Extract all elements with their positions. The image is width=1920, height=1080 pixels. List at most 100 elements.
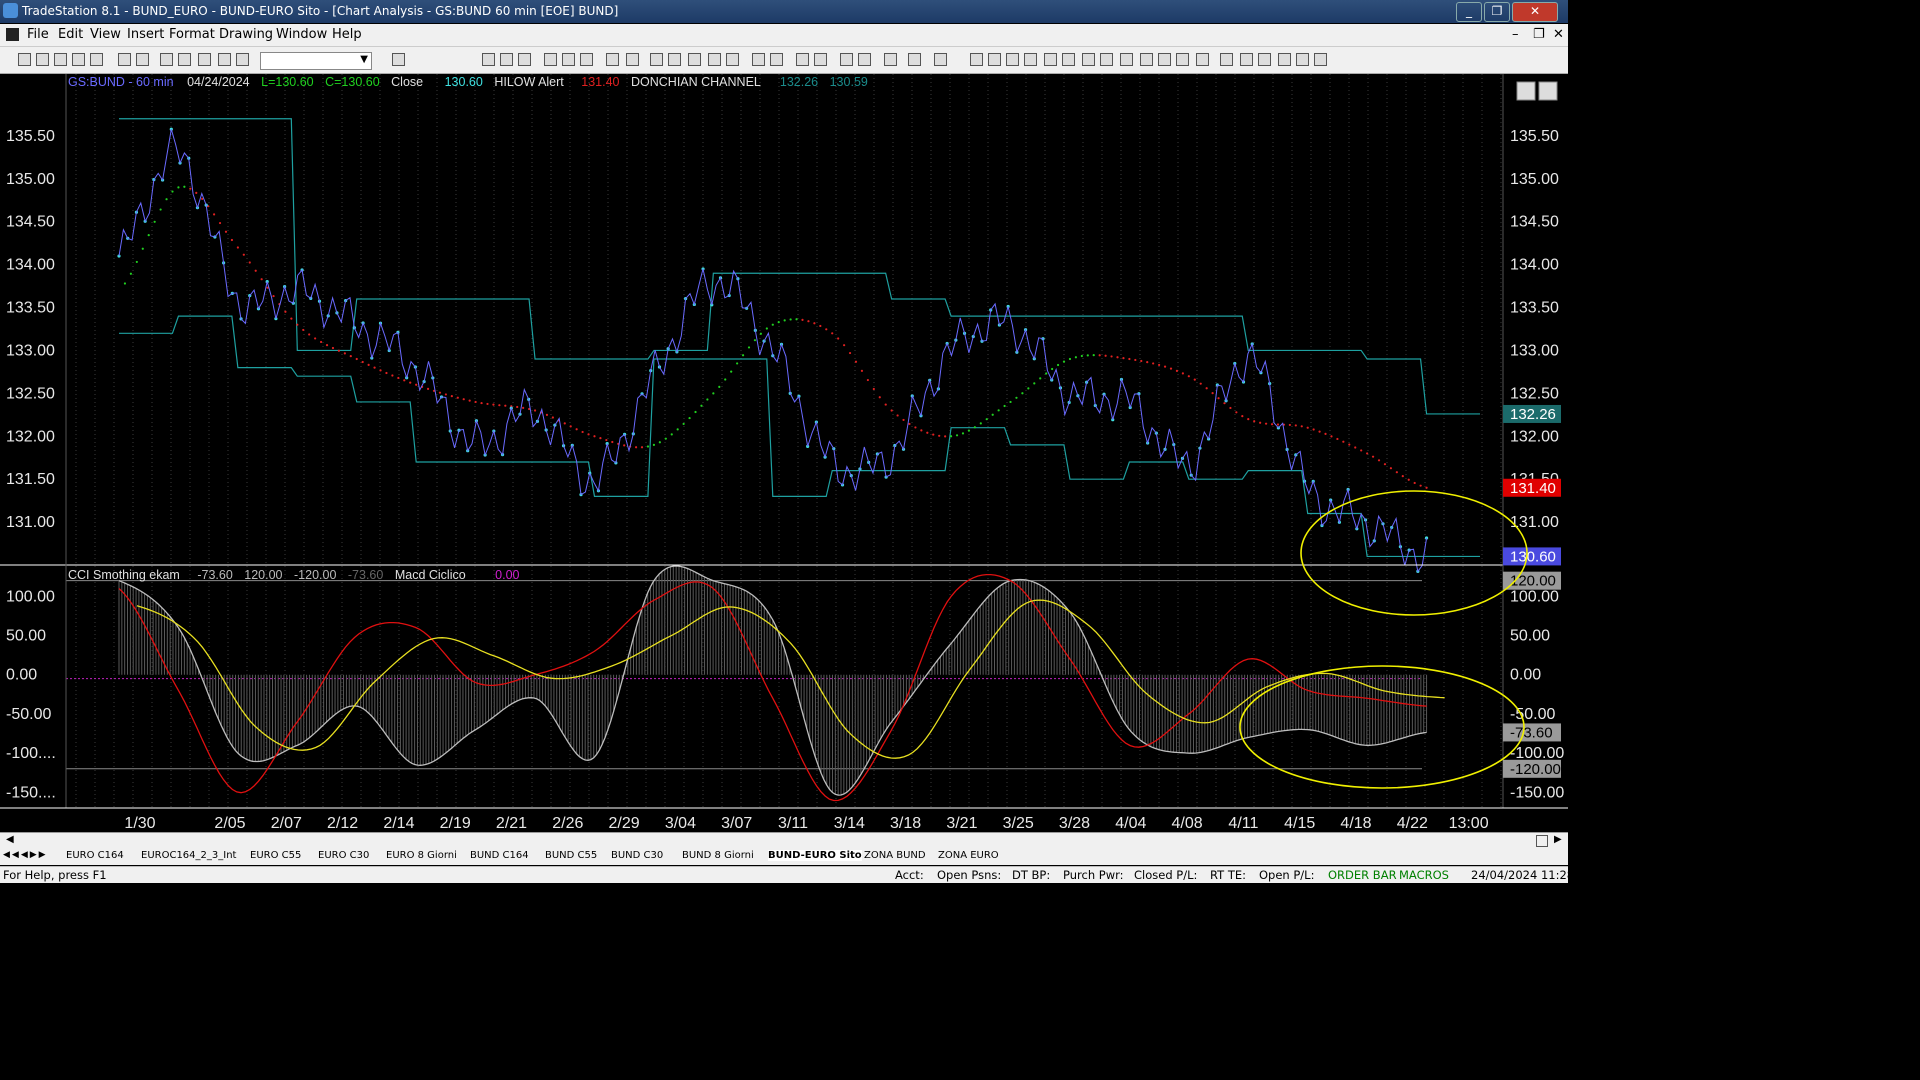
toolbar-icon[interactable] [840, 53, 853, 66]
toolbar-icon[interactable] [72, 53, 85, 66]
menu-help[interactable]: Help [332, 27, 362, 42]
toolbar-icon[interactable] [562, 53, 575, 66]
toolbar-icon[interactable] [934, 53, 947, 66]
chart-area[interactable]: GS:BUND - 60 min 04/24/2024 L=130.60 C=1… [0, 74, 1568, 834]
scroll-left-icon[interactable]: ◀ [6, 834, 14, 845]
toolbar-icon[interactable] [770, 53, 783, 66]
toolbar-icon[interactable] [392, 53, 405, 66]
menu-file[interactable]: File [27, 27, 49, 42]
toolbar-icon[interactable] [218, 53, 231, 66]
tab-nav-icons[interactable]: ◀◀◀▶▶ [3, 850, 48, 860]
toolbar-icon[interactable] [118, 53, 131, 66]
toolbar-icon[interactable] [160, 53, 173, 66]
tab-euro-8-giorni[interactable]: EURO 8 Giorni [386, 850, 457, 861]
mdi-close-button[interactable]: ✕ [1553, 27, 1564, 42]
toolbar-icon[interactable] [1240, 53, 1253, 66]
toolbar-icon[interactable] [518, 53, 531, 66]
tab-bund-8-giorni[interactable]: BUND 8 Giorni [682, 850, 754, 861]
tab-euroc164-2-3-int[interactable]: EUROC164_2_3_Int [141, 850, 236, 861]
toolbar-icon[interactable] [178, 53, 191, 66]
toolbar-icon[interactable] [1196, 53, 1209, 66]
toolbar-icon[interactable] [1176, 53, 1189, 66]
tab-zona-euro[interactable]: ZONA EURO [938, 850, 999, 861]
chart-svg[interactable]: GS:BUND - 60 min 04/24/2024 L=130.60 C=1… [0, 74, 1568, 834]
hilow-dot [843, 344, 846, 347]
tab-euro-c30[interactable]: EURO C30 [318, 850, 369, 861]
toolbar-icon[interactable] [884, 53, 897, 66]
toolbar-icon[interactable] [500, 53, 513, 66]
toolbar-icon[interactable] [650, 53, 663, 66]
toolbar-icon[interactable] [688, 53, 701, 66]
menu-drawing[interactable]: Drawing [219, 27, 273, 42]
toolbar-icon[interactable] [726, 53, 739, 66]
toolbar-icon[interactable] [236, 53, 249, 66]
hilow-dot [1276, 423, 1280, 426]
toolbar-icon[interactable] [1006, 53, 1019, 66]
chart-minimize-button[interactable] [1516, 81, 1536, 101]
minimize-button[interactable]: _ [1456, 2, 1482, 22]
toolbar-icon[interactable] [1062, 53, 1075, 66]
mdi-restore-button[interactable]: ❐ [1533, 27, 1545, 42]
toolbar-icon[interactable] [18, 53, 31, 66]
menu-edit[interactable]: Edit [58, 27, 83, 42]
toolbar-icon[interactable] [1258, 53, 1271, 66]
tab-euro-c164[interactable]: EURO C164 [66, 850, 124, 861]
toolbar-icon[interactable] [544, 53, 557, 66]
toolbar-icon[interactable] [668, 53, 681, 66]
toolbar-icon[interactable] [1296, 53, 1309, 66]
tab-bund-c30[interactable]: BUND C30 [611, 850, 663, 861]
toolbar-icon[interactable] [1220, 53, 1233, 66]
toolbar-icon[interactable] [970, 53, 983, 66]
order-bar-button[interactable]: ORDER BAR [1328, 868, 1397, 882]
toolbar-icon[interactable] [814, 53, 827, 66]
toolbar-icon[interactable] [1082, 53, 1095, 66]
dt-bp-label: DT BP: [1012, 868, 1051, 882]
toolbar-icon[interactable] [606, 53, 619, 66]
toolbar-icon[interactable] [858, 53, 871, 66]
toolbar-icon[interactable] [1314, 53, 1327, 66]
toolbar-icon[interactable] [136, 53, 149, 66]
menu-window[interactable]: Window [276, 27, 327, 42]
tab-bund-euro-sito[interactable]: BUND-EURO Sito [768, 850, 862, 861]
toolbar-icon[interactable] [482, 53, 495, 66]
toolbar-icon[interactable] [1100, 53, 1113, 66]
toolbar-icon[interactable] [626, 53, 639, 66]
menu-format[interactable]: Format [169, 27, 215, 42]
scroll-right-icon[interactable]: ▶ [1554, 834, 1562, 845]
macros-button[interactable]: MACROS [1399, 868, 1449, 882]
symbol-combo[interactable]: ▼ [260, 52, 372, 70]
tab-bund-c55[interactable]: BUND C55 [545, 850, 597, 861]
toolbar-icon[interactable] [90, 53, 103, 66]
toolbar-icon[interactable] [988, 53, 1001, 66]
tab-zona-bund[interactable]: ZONA BUND [864, 850, 926, 861]
hilow-dot [706, 398, 709, 401]
toolbar-icon[interactable] [1158, 53, 1171, 66]
close-button[interactable]: ✕ [1512, 2, 1558, 22]
toolbar-icon[interactable] [1120, 53, 1133, 66]
horizontal-scrollbar[interactable]: ◀ ▶ [0, 832, 1568, 849]
toolbar-icon[interactable] [908, 53, 921, 66]
tab-euro-c55[interactable]: EURO C55 [250, 850, 301, 861]
toolbar-icon[interactable] [708, 53, 721, 66]
toolbar-icon[interactable] [54, 53, 67, 66]
toolbar-icon[interactable] [1278, 53, 1291, 66]
toolbar-icon[interactable] [752, 53, 765, 66]
hilow-dot [1324, 432, 1327, 435]
menu-view[interactable]: View [90, 27, 121, 42]
toolbar-icon[interactable] [796, 53, 809, 66]
toolbar-icon[interactable] [1024, 53, 1037, 66]
toolbar-icon[interactable] [1044, 53, 1057, 66]
chart-restore-button[interactable] [1538, 81, 1558, 101]
hilow-dot [1407, 478, 1410, 481]
maximize-button[interactable]: ❐ [1484, 2, 1510, 22]
mdi-minimize-button[interactable]: – [1512, 27, 1519, 42]
toolbar-icon[interactable] [580, 53, 593, 66]
time-tick: 2/14 [383, 815, 414, 832]
menu-insert[interactable]: Insert [127, 27, 164, 42]
hilow-dot [272, 294, 275, 298]
toolbar-icon[interactable] [198, 53, 211, 66]
toolbar-icon[interactable] [1140, 53, 1153, 66]
scroll-thumb[interactable] [1536, 835, 1548, 847]
toolbar-icon[interactable] [36, 53, 49, 66]
tab-bund-c164[interactable]: BUND C164 [470, 850, 529, 861]
